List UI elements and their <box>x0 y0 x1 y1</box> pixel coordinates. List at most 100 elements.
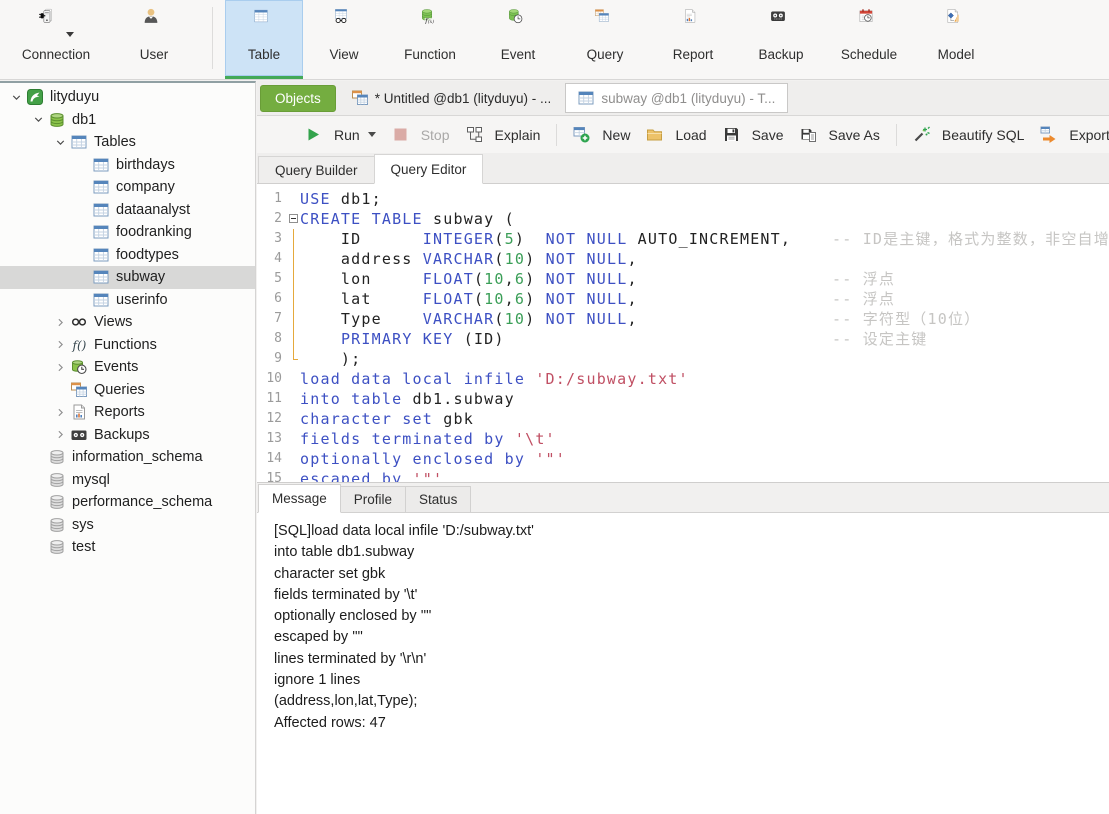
stop-button[interactable]: Stop <box>384 121 458 149</box>
tree-item-sys[interactable]: sys <box>0 514 255 537</box>
tree-item-label: Backups <box>94 426 150 443</box>
chevron-down-icon[interactable] <box>6 89 27 105</box>
connection-icon <box>38 8 55 42</box>
toolbar-view[interactable]: View <box>303 0 385 79</box>
code-line-7[interactable]: 7 Type VARCHAR(10) NOT NULL, -- 字符型（10位） <box>257 309 1109 329</box>
code-line-11[interactable]: 11 into table db1.subway <box>257 389 1109 409</box>
db-gray-icon <box>49 449 66 465</box>
chevron-down-icon[interactable] <box>50 134 71 150</box>
tree-item-subway[interactable]: subway <box>0 266 255 289</box>
export-button[interactable]: Export <box>1032 121 1109 149</box>
toolbar-query[interactable]: Query <box>561 0 649 79</box>
code-line-2[interactable]: 2 CREATE TABLE subway ( <box>257 209 1109 229</box>
button-label: Save As <box>828 126 880 143</box>
tree-item-queries[interactable]: Queries <box>0 379 255 402</box>
table-small-icon <box>93 202 110 218</box>
explain-button[interactable]: Explain <box>458 121 549 149</box>
new-button[interactable]: New <box>565 121 638 149</box>
doc-tab-subway-db1-lityduyu-t[interactable]: subway @db1 (lityduyu) - T... <box>565 83 789 113</box>
fold-gutter <box>287 469 300 482</box>
main-toolbar: Connection User Table View f (x) Function Event… <box>0 0 1109 80</box>
toolbar-table[interactable]: Table <box>225 0 303 79</box>
code-line-13[interactable]: 13 fields terminated by '\t' <box>257 429 1109 449</box>
connection-tree[interactable]: lityduyu db1 Tables birthdays company dataana… <box>0 81 256 814</box>
code-line-8[interactable]: 8 PRIMARY KEY (ID) -- 设定主键 <box>257 329 1109 349</box>
chevron-right-icon[interactable] <box>50 314 71 330</box>
chevron-down-icon[interactable] <box>28 112 49 128</box>
tab-message[interactable]: Message <box>258 484 341 513</box>
tree-item-test[interactable]: test <box>0 536 255 559</box>
tree-item-foodtypes[interactable]: foodtypes <box>0 244 255 267</box>
tree-item-db1[interactable]: db1 <box>0 109 255 132</box>
chevron-right-icon[interactable] <box>50 337 71 353</box>
tab-profile[interactable]: Profile <box>339 486 407 512</box>
functions-icon: f() <box>71 337 88 353</box>
dropdown-caret-icon[interactable] <box>367 132 376 137</box>
tree-item-performance-schema[interactable]: performance_schema <box>0 491 255 514</box>
tree-item-backups[interactable]: Backups <box>0 424 255 447</box>
code-line-5[interactable]: 5 lon FLOAT(10,6) NOT NULL, -- 浮点 <box>257 269 1109 289</box>
toolbar-connection[interactable]: Connection <box>4 0 108 79</box>
code-line-4[interactable]: 4 address VARCHAR(10) NOT NULL, <box>257 249 1109 269</box>
toolbar-backup[interactable]: Backup <box>737 0 825 79</box>
code-line-15[interactable]: 15 escaped by '"' <box>257 469 1109 482</box>
tree-item-tables[interactable]: Tables <box>0 131 255 154</box>
tab-objects[interactable]: Objects <box>260 84 336 112</box>
save-as-button[interactable]: Save As <box>792 121 888 149</box>
code-line-6[interactable]: 6 lat FLOAT(10,6) NOT NULL, -- 浮点 <box>257 289 1109 309</box>
button-label: Stop <box>420 126 450 143</box>
chevron-right-icon[interactable] <box>50 427 71 443</box>
code-line-12[interactable]: 12 character set gbk <box>257 409 1109 429</box>
toolbar-event[interactable]: Event <box>475 0 561 79</box>
tab-query-editor[interactable]: Query Editor <box>373 154 484 184</box>
tree-item-views[interactable]: Views <box>0 311 255 334</box>
beautify-sql-button[interactable]: Beautify SQL <box>905 121 1033 149</box>
db-gray-icon <box>49 539 66 555</box>
code-line-14[interactable]: 14 optionally enclosed by '"' <box>257 449 1109 469</box>
tree-item-functions[interactable]: f() Functions <box>0 334 255 357</box>
fold-collapse-icon[interactable] <box>289 214 298 223</box>
tree-item-events[interactable]: Events <box>0 356 255 379</box>
tree-item-mysql[interactable]: mysql <box>0 469 255 492</box>
tab-query-builder[interactable]: Query Builder <box>258 156 375 183</box>
reports-icon <box>71 404 88 420</box>
tree-item-userinfo[interactable]: userinfo <box>0 289 255 312</box>
message-line: into table db1.subway <box>274 544 415 561</box>
doc-tab-untitled-db1-lityduyu[interactable]: * Untitled @db1 (lityduyu) - ... <box>342 81 562 116</box>
tree-item-dataanalyst[interactable]: dataanalyst <box>0 199 255 222</box>
run-button[interactable]: Run <box>297 121 384 149</box>
toolbar-label: Connection <box>21 47 91 62</box>
toolbar-model[interactable]: Model <box>913 0 999 79</box>
code-line-10[interactable]: 10 load data local infile 'D:/subway.txt' <box>257 369 1109 389</box>
chevron-empty <box>72 292 93 308</box>
save-button[interactable]: Save <box>715 121 792 149</box>
tree-item-reports[interactable]: Reports <box>0 401 255 424</box>
query-toolbar: Run Stop Explain New Load Save Save As Beautify… <box>257 116 1109 153</box>
toolbar-report[interactable]: Report <box>649 0 737 79</box>
code-comment: -- 字符型（10位） <box>832 310 981 328</box>
toolbar-function[interactable]: f (x) Function <box>385 0 475 79</box>
tree-item-information-schema[interactable]: information_schema <box>0 446 255 469</box>
dropdown-caret-icon[interactable] <box>66 32 74 37</box>
code-comment: -- 浮点 <box>832 270 896 288</box>
load-button[interactable]: Load <box>638 121 714 149</box>
tree-item-company[interactable]: company <box>0 176 255 199</box>
sql-editor[interactable]: 1 USE db1; 2 CREATE TABLE subway (3 ID INTE… <box>257 183 1109 482</box>
chevron-right-icon[interactable] <box>50 404 71 420</box>
table-small-icon <box>93 269 110 285</box>
toolbar-user[interactable]: User <box>108 0 200 79</box>
doc-tab-label: * Untitled @db1 (lityduyu) - ... <box>374 90 552 106</box>
tree-item-foodranking[interactable]: foodranking <box>0 221 255 244</box>
code-line-3[interactable]: 3 ID INTEGER(5) NOT NULL AUTO_INCREMENT,… <box>257 229 1109 249</box>
tab-status[interactable]: Status <box>405 486 472 512</box>
tree-item-lityduyu[interactable]: lityduyu <box>0 86 255 109</box>
code-line-1[interactable]: 1 USE db1; <box>257 189 1109 209</box>
tree-item-birthdays[interactable]: birthdays <box>0 154 255 177</box>
code-comment: -- ID是主键，格式为整数，非空自增 <box>832 230 1109 248</box>
export-icon <box>1040 126 1057 143</box>
fold-gutter <box>287 389 300 409</box>
load-icon <box>646 126 663 143</box>
chevron-right-icon[interactable] <box>50 359 71 375</box>
code-line-9[interactable]: 9 ); <box>257 349 1109 369</box>
toolbar-schedule[interactable]: Schedule <box>825 0 913 79</box>
